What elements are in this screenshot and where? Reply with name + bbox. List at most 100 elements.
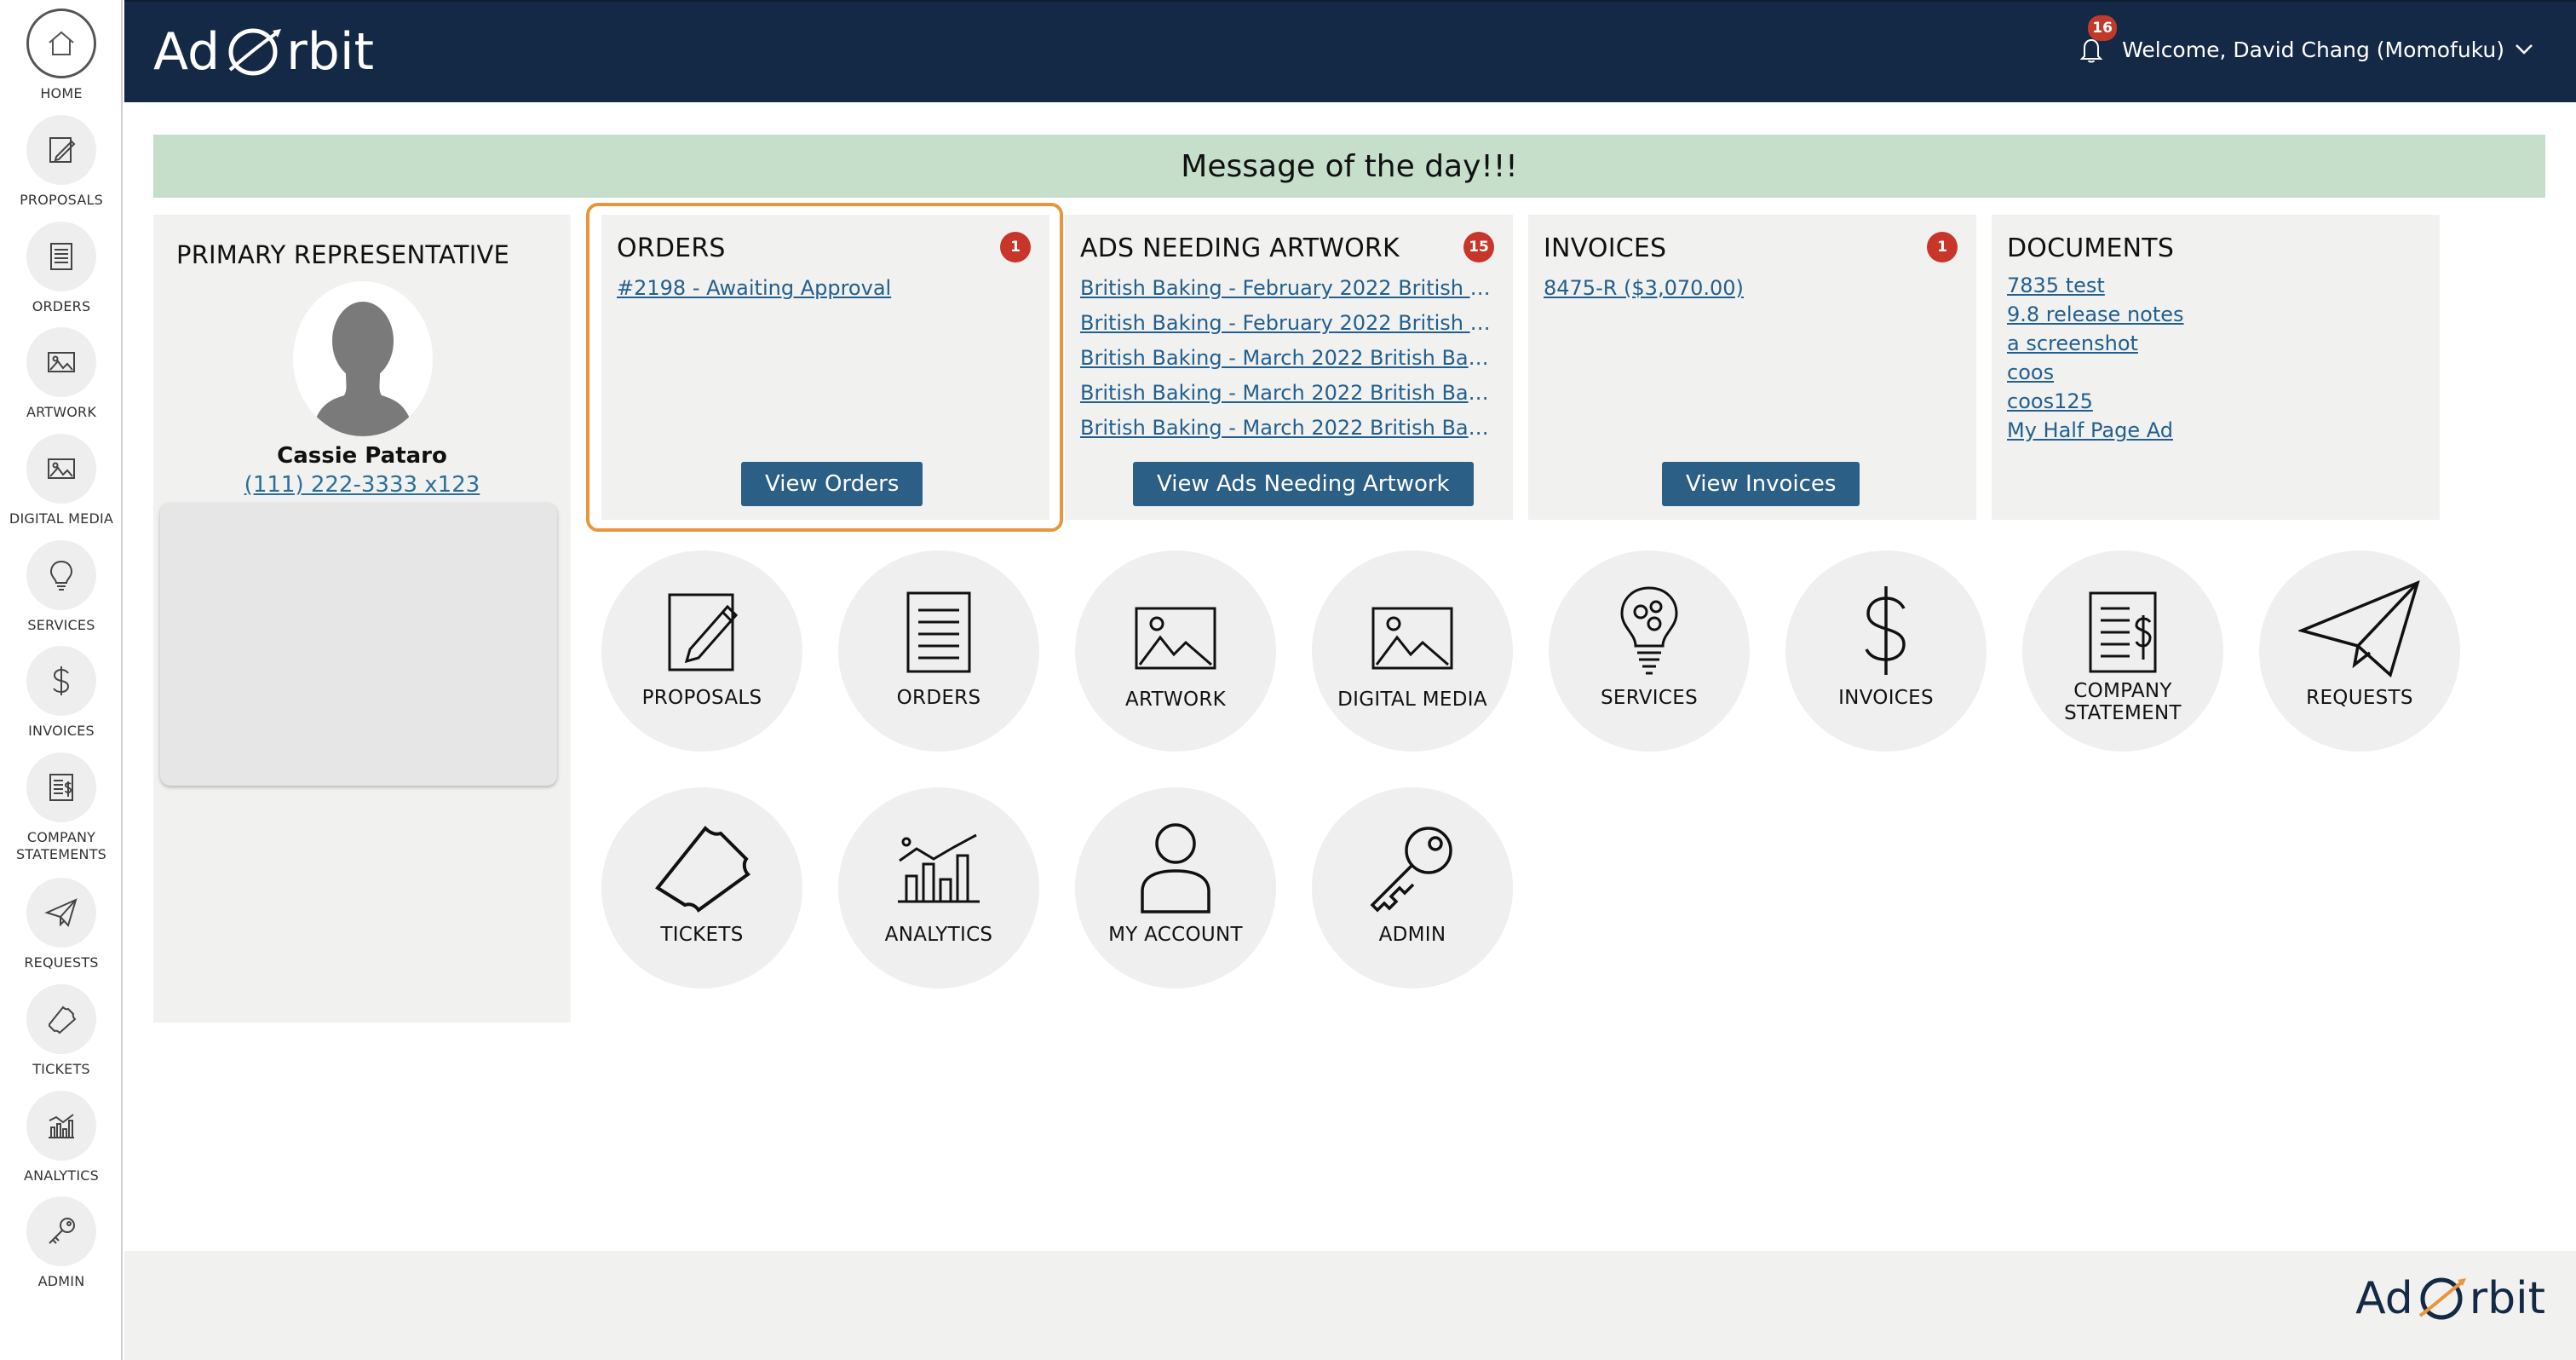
proposal-icon — [668, 593, 739, 671]
sidebar-item-invoices[interactable]: INVOICES — [0, 646, 123, 740]
orders-icon — [906, 591, 971, 673]
sidebar-item-proposals[interactable]: PROPOSALS — [0, 115, 123, 209]
sidebar-item-requests[interactable]: REQUESTS — [0, 878, 123, 971]
tile-label: ARTWORK — [1124, 689, 1227, 711]
proposal-icon — [26, 115, 96, 185]
rep-phone-link[interactable]: (111) 222-3333 x123 — [153, 472, 571, 498]
tile-label: ADMIN — [1378, 924, 1446, 946]
logo-text-right: rbit — [286, 22, 375, 82]
analytics-icon — [898, 833, 980, 903]
tile-invoices[interactable]: INVOICES — [1785, 550, 1987, 752]
tile-label: PROPOSALS — [641, 687, 762, 709]
digital-media-icon — [26, 434, 96, 504]
statement-icon — [2089, 591, 2157, 673]
sidebar-item-label: PROPOSALS — [20, 192, 103, 208]
orbit-o-icon — [2418, 1277, 2466, 1320]
sidebar-item-digital-media[interactable]: DIGITAL MEDIA — [0, 434, 123, 527]
user-menu[interactable]: 16 Welcome, David Chang (Momofuku) — [2076, 15, 2533, 65]
rep-name: Cassie Pataro — [277, 443, 447, 469]
sidebar-item-label: ORDERS — [32, 298, 91, 314]
view-ads-needing-artwork-button[interactable]: View Ads Needing Artwork — [1133, 462, 1474, 506]
tile-proposals[interactable]: PROPOSALS — [601, 550, 802, 752]
artwork-icon — [26, 327, 96, 397]
tile-admin[interactable]: ADMIN — [1312, 787, 1513, 988]
tile-digital-media[interactable]: DIGITAL MEDIA — [1312, 550, 1513, 752]
tile-services[interactable]: SERVICES — [1549, 550, 1750, 752]
view-invoices-button[interactable]: View Invoices — [1662, 462, 1860, 506]
document-link[interactable]: coos125 — [2007, 387, 2424, 416]
sidebar-item-home[interactable]: HOME — [0, 9, 123, 102]
document-link[interactable]: 7835 test — [2007, 271, 2424, 300]
sidebar-item-orders[interactable]: ORDERS — [0, 222, 123, 315]
artwork-ad-link[interactable]: British Baking - March 2022 British Baki… — [1080, 376, 1498, 411]
key-icon — [1370, 827, 1452, 913]
avatar — [293, 281, 433, 436]
sidebar-item-company-statements[interactable]: COMPANY STATEMENTS — [0, 752, 123, 863]
tile-label: ANALYTICS — [884, 924, 993, 946]
notifications-button[interactable]: 16 — [2076, 15, 2118, 65]
sidebar-item-analytics[interactable]: ANALYTICS — [0, 1091, 123, 1184]
tile-requests[interactable]: REQUESTS — [2259, 550, 2460, 752]
tile-label: REQUESTS — [2306, 687, 2413, 709]
document-link[interactable]: coos — [2007, 358, 2424, 387]
orbit-o-icon — [223, 26, 283, 78]
tile-company-statement[interactable]: COMPANY STATEMENT — [2022, 550, 2223, 752]
sidebar-item-services[interactable]: SERVICES — [0, 540, 123, 634]
rep-details-box — [160, 503, 557, 786]
sidebar-item-label: TICKETS — [32, 1061, 90, 1077]
sidebar-item-label: REQUESTS — [24, 954, 99, 971]
dollar-icon — [26, 646, 96, 716]
tile-artwork[interactable]: ARTWORK — [1075, 550, 1276, 752]
document-link[interactable]: a screenshot — [2007, 329, 2424, 358]
home-icon — [26, 9, 96, 78]
orders-icon — [26, 222, 96, 291]
sidebar: HOME PROPOSALS ORDERS ARTWORK DIGITAL ME… — [0, 0, 123, 1360]
paper-plane-icon — [26, 878, 96, 948]
chevron-down-icon — [2516, 44, 2533, 55]
artwork-ad-link[interactable]: British Baking - February 2022 British B… — [1080, 271, 1498, 306]
artwork-ad-link[interactable]: British Baking - February 2022 British B… — [1080, 306, 1498, 341]
sidebar-item-admin[interactable]: ADMIN — [0, 1196, 123, 1290]
document-link[interactable]: My Half Page Ad — [2007, 416, 2424, 445]
card-title: INVOICES — [1544, 233, 1667, 263]
document-link[interactable]: 9.8 release notes — [2007, 300, 2424, 329]
top-header: Ad rbit 16 Welcome, David Chang (Momofuk… — [124, 0, 2576, 102]
footer: Ad rbit — [124, 1251, 2576, 1360]
footer-logo-text-right: rbit — [2469, 1273, 2545, 1324]
digital-media-icon — [1371, 607, 1453, 670]
dollar-icon — [1865, 586, 1906, 675]
tile-label: ORDERS — [896, 687, 981, 709]
tile-label: TICKETS — [660, 924, 744, 946]
artwork-ad-link[interactable]: British Baking - March 2022 British Baki… — [1080, 341, 1498, 376]
ticket-icon — [655, 826, 751, 913]
ad-orbit-logo[interactable]: Ad rbit — [153, 22, 374, 82]
paper-plane-icon — [2298, 579, 2420, 678]
artwork-icon — [1135, 607, 1216, 670]
sidebar-item-label: SERVICES — [27, 617, 95, 633]
tile-tickets[interactable]: TICKETS — [601, 787, 802, 988]
statement-icon — [26, 752, 96, 822]
tile-label: INVOICES — [1838, 687, 1934, 709]
tile-my-account[interactable]: MY ACCOUNT — [1075, 787, 1276, 988]
sidebar-item-label: COMPANY STATEMENTS — [15, 829, 107, 862]
count-badge: 15 — [1463, 232, 1494, 262]
sidebar-item-label: ANALYTICS — [23, 1167, 100, 1184]
welcome-text: Welcome, David Chang (Momofuku) — [2122, 37, 2504, 62]
lightbulb-icon — [26, 540, 96, 610]
ticket-icon — [26, 984, 96, 1054]
tile-analytics[interactable]: ANALYTICS — [838, 787, 1039, 988]
rep-title: PRIMARY REPRESENTATIVE — [176, 240, 510, 269]
sidebar-item-artwork[interactable]: ARTWORK — [0, 327, 123, 421]
tile-orders[interactable]: ORDERS — [838, 550, 1039, 752]
sidebar-item-label: INVOICES — [28, 723, 95, 739]
user-icon — [1141, 823, 1210, 913]
tile-label: MY ACCOUNT — [1108, 924, 1243, 946]
sidebar-item-label: DIGITAL MEDIA — [9, 510, 114, 527]
documents-card: DOCUMENTS 7835 test 9.8 release notes a … — [1992, 215, 2440, 520]
sidebar-item-label: ADMIN — [37, 1273, 85, 1289]
artwork-ad-link[interactable]: British Baking - March 2022 British Baki… — [1080, 411, 1498, 446]
primary-representative-panel: PRIMARY REPRESENTATIVE Cassie Pataro (11… — [153, 215, 571, 1023]
sidebar-item-tickets[interactable]: TICKETS — [0, 984, 123, 1078]
invoice-link[interactable]: 8475-R ($3,070.00) — [1544, 271, 1961, 306]
footer-ad-orbit-logo: Ad rbit — [2355, 1273, 2545, 1324]
